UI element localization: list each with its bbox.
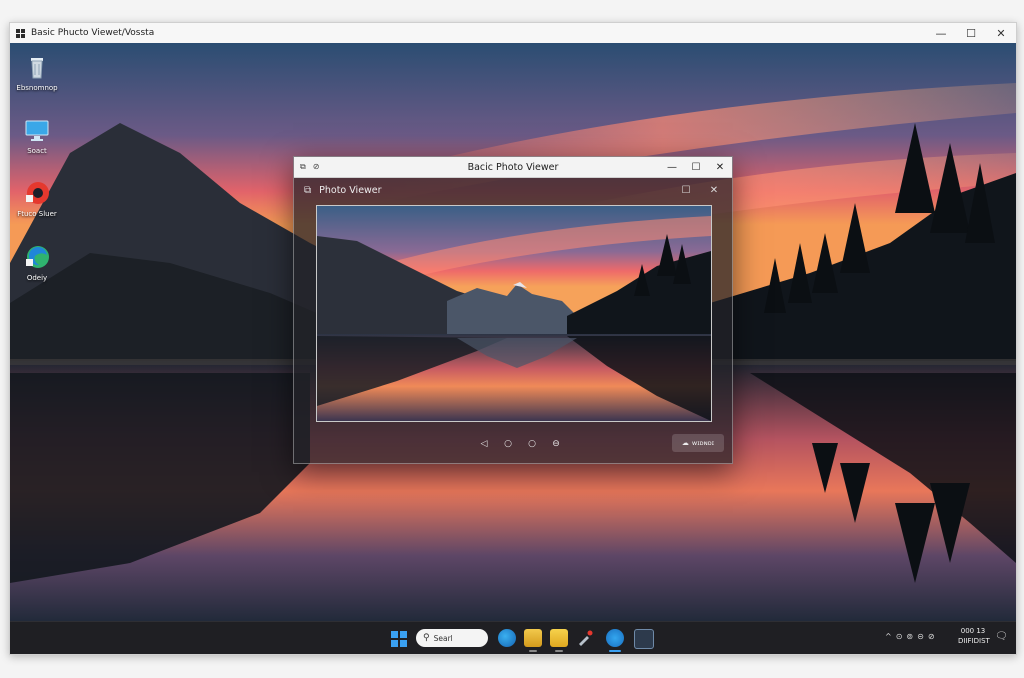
recycle-bin-icon xyxy=(31,58,43,79)
taskbar: ⚲ Searl ^ ⊙ ⊚ ⊝ ⊘ 000 13 DIIFIDIST 🗨 xyxy=(10,621,1016,654)
network-icon[interactable]: ⊙ xyxy=(896,632,903,641)
system-tray: ^ ⊙ ⊚ ⊝ ⊘ xyxy=(885,632,939,641)
photo-viewer-window: Bacic Photo Viewer ⧉ ⊘ — ☐ ✕ ⧉ Photo Vie… xyxy=(293,156,733,464)
battery-icon[interactable]: ⊝ xyxy=(917,632,924,641)
taskbar-edge-icon[interactable] xyxy=(498,629,516,647)
rotate-button[interactable]: ⊖ xyxy=(544,439,568,449)
pv-maximize-button[interactable]: ☐ xyxy=(684,157,708,177)
taskbar-search[interactable]: ⚲ Searl xyxy=(416,629,488,647)
photo-viewer-titlebar[interactable]: Bacic Photo Viewer ⧉ ⊘ — ☐ ✕ xyxy=(294,157,732,178)
desktop-icon-label: Ftuco Sluer xyxy=(17,210,57,218)
taskbar-photos-icon[interactable] xyxy=(634,629,654,649)
desktop-icon-monitor[interactable]: Soact xyxy=(10,116,64,155)
landscape-photo xyxy=(317,206,711,421)
clock-time: 000 13 xyxy=(960,627,986,635)
monitor-icon xyxy=(25,120,49,141)
show-hidden-icons-icon[interactable]: ^ xyxy=(885,632,892,641)
displayed-photo[interactable] xyxy=(316,205,712,422)
pv-minimize-button[interactable]: — xyxy=(660,157,684,177)
outer-window-title: Basic Phucto Viewet/Vossta xyxy=(31,28,155,38)
outer-close-button[interactable]: ✕ xyxy=(986,23,1016,43)
pv-inner-maximize-button[interactable]: ☐ xyxy=(672,185,700,196)
outer-minimize-button[interactable]: — xyxy=(926,23,956,43)
outer-titlebar[interactable]: Basic Phucto Viewet/Vossta — ☐ ✕ xyxy=(10,23,1016,44)
desktop-icon-label: Odeiy xyxy=(26,274,48,282)
search-icon: ⚲ xyxy=(423,633,430,643)
photo-viewer-toolbar: ◁ ○ ○ ⊖ ☁ ᴡɪᴅɴᴅɪ xyxy=(294,433,732,455)
taskbar-folder-icon[interactable] xyxy=(550,629,568,652)
red-app-icon xyxy=(26,182,49,204)
notification-icon[interactable]: 🗨 xyxy=(995,631,1008,642)
pv-inner-close-button[interactable]: ✕ xyxy=(700,185,728,196)
desktop-icon-recycle-bin[interactable]: Ebsnomnop xyxy=(10,53,64,92)
desktop-icon-red-app[interactable]: Ftuco Sluer xyxy=(10,179,64,218)
pv-close-button[interactable]: ✕ xyxy=(708,157,732,177)
previous-photo-button[interactable]: ◁ xyxy=(472,439,496,449)
desktop-icon-edge[interactable]: Odeiy xyxy=(10,243,64,282)
search-placeholder: Searl xyxy=(433,633,453,643)
start-button[interactable] xyxy=(391,631,407,647)
photo-action-button[interactable]: ☁ ᴡɪᴅɴᴅɪ xyxy=(672,434,724,452)
sync-icon[interactable]: ⊘ xyxy=(928,632,935,641)
taskbar-file-explorer-icon[interactable] xyxy=(524,629,542,652)
volume-icon[interactable]: ⊚ xyxy=(906,632,913,641)
next-photo-button[interactable]: ○ xyxy=(520,439,544,449)
clock-date: DIIFIDIST xyxy=(958,637,990,645)
taskbar-chat-icon[interactable] xyxy=(606,629,624,652)
edge-browser-icon xyxy=(26,246,49,268)
action-button-label: ᴡɪᴅɴᴅɪ xyxy=(691,439,715,447)
outer-maximize-button[interactable]: ☐ xyxy=(956,23,986,43)
cloud-icon: ☁ xyxy=(681,439,689,447)
window-menu-icon[interactable]: ⧉ xyxy=(300,162,306,172)
photo-app-icon: ⧉ xyxy=(304,184,312,196)
outer-window: Basic Phucto Viewet/Vossta — ☐ ✕ Ebsnomn… xyxy=(9,22,1017,655)
windows-logo-icon xyxy=(16,28,25,38)
taskbar-clock[interactable]: 000 13 DIIFIDIST xyxy=(958,626,990,646)
photo-viewer-header: ⧉ Photo Viewer ☐ ✕ xyxy=(294,177,732,203)
play-slideshow-button[interactable]: ○ xyxy=(496,439,520,449)
desktop-icon-label: Ebsnomnop xyxy=(16,84,58,92)
photo-viewer-app-name: Photo Viewer xyxy=(319,184,382,196)
settings-icon[interactable]: ⊘ xyxy=(313,162,320,172)
desktop-icon-label: Soact xyxy=(27,147,47,155)
taskbar-tools-icon[interactable] xyxy=(576,629,594,647)
desktop: Ebsnomnop Soact Ftuco Sluer Odeiy Bacic … xyxy=(10,43,1016,621)
